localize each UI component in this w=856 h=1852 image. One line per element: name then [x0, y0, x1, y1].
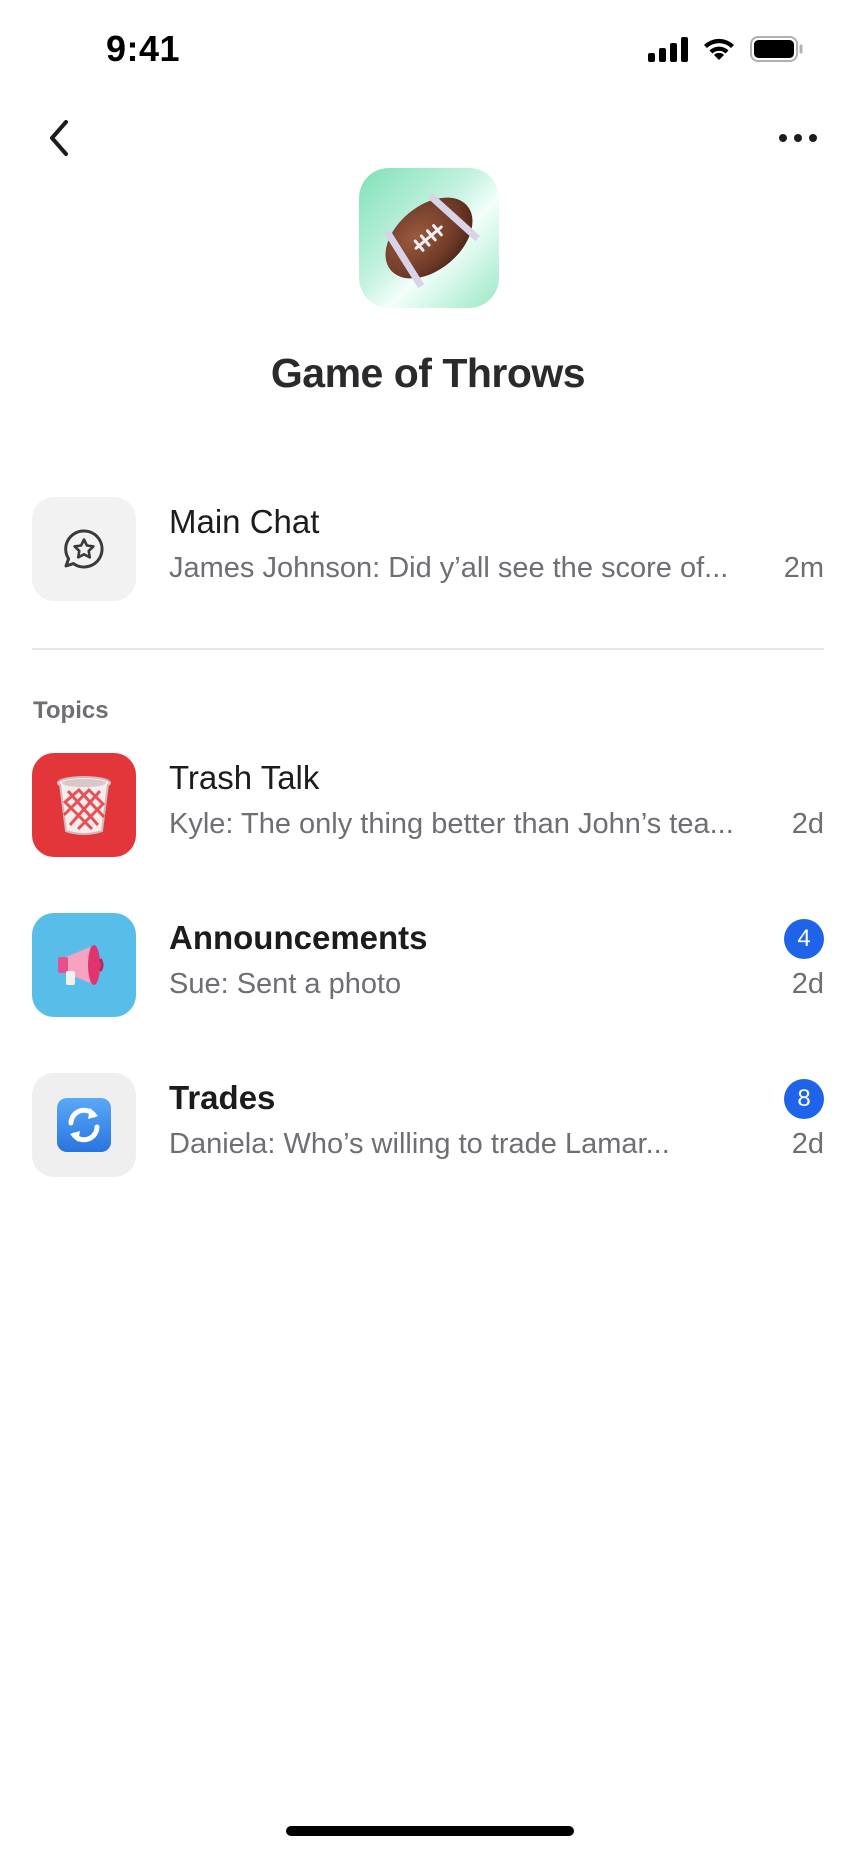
wifi-icon	[702, 36, 736, 62]
status-bar: 9:41	[0, 0, 856, 100]
chevron-left-icon	[50, 120, 68, 156]
main-chat-preview: James Johnson: Did y’all see the score o…	[169, 552, 729, 584]
wastebasket-icon	[32, 753, 136, 857]
topic-row-trash-talk[interactable]: Trash Talk Kyle: The only thing better t…	[0, 753, 856, 857]
topic-time: 2d	[791, 1128, 824, 1160]
home-indicator[interactable]	[286, 1826, 574, 1836]
unread-badge: 8	[784, 1079, 824, 1119]
megaphone-icon	[32, 913, 136, 1017]
group-avatar	[359, 168, 499, 308]
status-icons	[648, 36, 804, 62]
more-options-button[interactable]	[770, 118, 826, 158]
cellular-signal-icon	[648, 36, 688, 62]
group-screen: 9:41 Game of Throws Main Chat James John…	[0, 0, 856, 1852]
topics-section-label: Topics	[33, 697, 109, 724]
arrows-cycle-icon	[32, 1073, 136, 1177]
topic-title: Trades	[169, 1079, 276, 1116]
back-button[interactable]	[36, 112, 80, 164]
group-title: Game of Throws	[270, 350, 586, 396]
topic-row-announcements[interactable]: Announcements Sue: Sent a photo 4 2d	[0, 913, 856, 1017]
divider	[32, 648, 824, 650]
main-chat-row[interactable]: Main Chat James Johnson: Did y’all see t…	[0, 497, 856, 601]
unread-badge: 4	[784, 919, 824, 959]
status-time: 9:41	[106, 28, 181, 69]
american-football-icon	[384, 193, 480, 288]
topic-row-trades[interactable]: Trades Daniela: Who’s willing to trade L…	[0, 1073, 856, 1177]
main-chat-time: 2m	[783, 552, 824, 584]
topic-time: 2d	[791, 808, 824, 840]
ellipsis-icon	[779, 134, 787, 142]
topic-preview: Daniela: Who’s willing to trade Lamar...	[169, 1128, 670, 1160]
topic-title: Announcements	[169, 919, 428, 956]
topic-preview: Sue: Sent a photo	[169, 968, 402, 1000]
main-chat-title: Main Chat	[169, 503, 320, 540]
battery-icon	[750, 36, 804, 62]
topic-preview: Kyle: The only thing better than John’s …	[169, 808, 734, 840]
topic-title: Trash Talk	[169, 759, 320, 796]
chat-star-icon	[32, 497, 136, 601]
topic-time: 2d	[791, 968, 824, 1000]
